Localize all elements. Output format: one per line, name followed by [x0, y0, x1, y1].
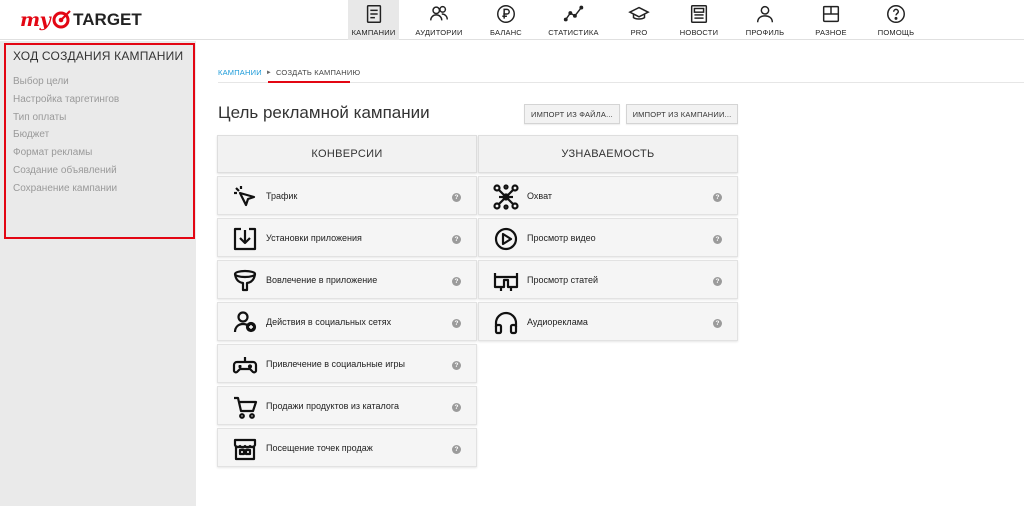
- progress-step[interactable]: Выбор цели: [13, 73, 186, 91]
- goal-social-actions[interactable]: Действия в социальных сетях ?: [217, 302, 477, 341]
- mytarget-logo[interactable]: my TARGET: [20, 9, 142, 31]
- goal-label: Просмотр статей: [527, 274, 598, 285]
- main-nav: КАМПАНИИ АУДИТОРИИ БАЛАНС СТАТИСТИКА PRO: [348, 0, 926, 40]
- logo-target-icon: [52, 10, 71, 29]
- progress-step[interactable]: Создание объявлений: [13, 162, 186, 180]
- nav-label: РАЗНОЕ: [815, 28, 847, 37]
- campaign-progress-panel: ХОД СОЗДАНИЯ КАМПАНИИ Выбор цели Настрой…: [4, 43, 195, 239]
- help-icon[interactable]: ?: [452, 235, 461, 244]
- help-icon: [887, 5, 905, 23]
- help-icon[interactable]: ?: [452, 319, 461, 328]
- goal-label: Продажи продуктов из каталога: [266, 400, 399, 411]
- logo-target: TARGET: [73, 10, 142, 29]
- help-icon[interactable]: ?: [713, 193, 722, 202]
- nav-profile[interactable]: ПРОФИЛЬ: [734, 0, 796, 40]
- awareness-header: УЗНАВАЕМОСТЬ: [478, 135, 738, 173]
- page-title: Цель рекламной кампании: [218, 103, 430, 122]
- help-icon[interactable]: ?: [452, 445, 461, 454]
- progress-step[interactable]: Настройка таргетингов: [13, 91, 186, 109]
- breadcrumb: КАМПАНИИ ► СОЗДАТЬ КАМПАНИЮ: [218, 68, 360, 77]
- help-icon[interactable]: ?: [452, 361, 461, 370]
- nav-campaigns[interactable]: КАМПАНИИ: [348, 0, 399, 40]
- reading-glasses-icon: [493, 273, 519, 291]
- help-icon[interactable]: ?: [452, 193, 461, 202]
- cursor-click-icon: [234, 186, 256, 207]
- breadcrumb-separator-icon: ►: [265, 69, 272, 76]
- goal-article-views[interactable]: Просмотр статей ?: [478, 260, 738, 299]
- conversions-header: КОНВЕРСИИ: [217, 135, 477, 173]
- help-icon[interactable]: ?: [713, 277, 722, 286]
- nav-label: ПОМОЩЬ: [877, 28, 915, 37]
- statistics-icon: [563, 5, 583, 22]
- breadcrumb-campaigns-link[interactable]: КАМПАНИИ: [218, 68, 262, 77]
- goal-audio-ads[interactable]: Аудиореклама ?: [478, 302, 738, 341]
- nav-statistics[interactable]: СТАТИСТИКА: [533, 0, 614, 40]
- nav-label: АУДИТОРИИ: [415, 28, 463, 37]
- nav-news[interactable]: НОВОСТИ: [664, 0, 734, 40]
- goal-traffic[interactable]: Трафик ?: [217, 176, 477, 215]
- breadcrumb-active-underline: [268, 81, 350, 83]
- goal-catalog-sales[interactable]: Продажи продуктов из каталога ?: [217, 386, 477, 425]
- nav-balance[interactable]: БАЛАНС: [479, 0, 533, 40]
- graduation-cap-icon: [628, 6, 650, 20]
- breadcrumb-current: СОЗДАТЬ КАМПАНИЮ: [275, 68, 361, 77]
- progress-step[interactable]: Формат рекламы: [13, 144, 186, 162]
- progress-step[interactable]: Тип оплаты: [13, 109, 186, 127]
- store-icon: [233, 438, 257, 461]
- cart-icon: [234, 396, 258, 419]
- goal-store-visits[interactable]: Посещение точек продаж ?: [217, 428, 477, 467]
- nav-audiences[interactable]: АУДИТОРИИ: [399, 0, 479, 40]
- goal-label: Привлечение в социальные игры: [266, 358, 405, 369]
- goal-app-engagement[interactable]: Вовлечение в приложение ?: [217, 260, 477, 299]
- help-icon[interactable]: ?: [713, 235, 722, 244]
- goal-label: Аудиореклама: [527, 316, 588, 327]
- import-from-campaign-button[interactable]: ИМПОРТ ИЗ КАМПАНИИ...: [626, 104, 738, 124]
- progress-step[interactable]: Сохранение кампании: [13, 180, 186, 198]
- goal-label: Вовлечение в приложение: [266, 274, 378, 285]
- logo-my: my: [20, 9, 51, 31]
- goal-label: Просмотр видео: [527, 232, 596, 243]
- help-icon[interactable]: ?: [713, 319, 722, 328]
- headphones-icon: [494, 311, 518, 335]
- gamepad-icon: [232, 357, 258, 374]
- nav-label: ПРОФИЛЬ: [745, 28, 785, 37]
- misc-icon: [822, 5, 840, 23]
- nav-label: PRO: [630, 28, 648, 37]
- nav-misc[interactable]: РАЗНОЕ: [796, 0, 866, 40]
- goal-label: Трафик: [266, 190, 298, 201]
- nav-label: КАМПАНИИ: [351, 28, 396, 37]
- audiences-icon: [430, 5, 448, 21]
- nav-label: СТАТИСТИКА: [548, 28, 599, 37]
- funnel-icon: [233, 269, 257, 292]
- nav-label: БАЛАНС: [490, 28, 522, 37]
- import-from-file-button[interactable]: ИМПОРТ ИЗ ФАЙЛА...: [524, 104, 620, 124]
- goal-video-views[interactable]: Просмотр видео ?: [478, 218, 738, 257]
- top-bar: my TARGET КАМПАНИИ АУДИТОРИИ БАЛАНС СТАТ…: [0, 0, 1024, 40]
- nav-pro[interactable]: PRO: [614, 0, 664, 40]
- goal-label: Действия в социальных сетях: [266, 316, 392, 327]
- play-circle-icon: [494, 227, 518, 251]
- nav-help[interactable]: ПОМОЩЬ: [866, 0, 926, 40]
- goal-social-games[interactable]: Привлечение в социальные игры ?: [217, 344, 477, 383]
- goal-label: Охват: [527, 190, 553, 201]
- goal-app-installs[interactable]: Установки приложения ?: [217, 218, 477, 257]
- goal-reach[interactable]: Охват ?: [478, 176, 738, 215]
- help-icon[interactable]: ?: [452, 277, 461, 286]
- progress-title: ХОД СОЗДАНИЯ КАМПАНИИ: [13, 49, 184, 63]
- nav-label: НОВОСТИ: [679, 28, 719, 37]
- sidebar: ХОД СОЗДАНИЯ КАМПАНИИ Выбор цели Настрой…: [0, 41, 196, 506]
- news-icon: [690, 5, 708, 23]
- download-box-icon: [233, 227, 257, 251]
- goal-label: Установки приложения: [266, 232, 362, 243]
- reach-network-icon: [493, 184, 519, 210]
- progress-step[interactable]: Бюджет: [13, 126, 186, 144]
- campaigns-icon: [366, 5, 381, 23]
- help-icon[interactable]: ?: [452, 403, 461, 412]
- ruble-icon: [497, 5, 515, 23]
- social-users-icon: [233, 311, 257, 333]
- profile-icon: [756, 5, 774, 23]
- goal-label: Посещение точек продаж: [266, 442, 373, 453]
